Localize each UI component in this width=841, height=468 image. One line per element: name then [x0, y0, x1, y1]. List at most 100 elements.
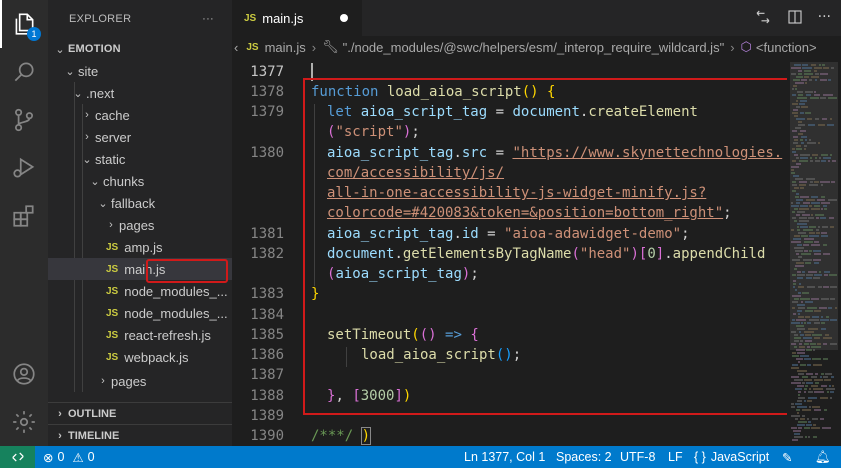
minimap-line: [797, 229, 800, 231]
tree-folder[interactable]: › cache: [48, 104, 232, 126]
minimap[interactable]: [787, 58, 841, 446]
minimap-line: [797, 400, 802, 402]
tree-folder[interactable]: ⌄ chunks: [48, 170, 232, 192]
tree-folder[interactable]: › pages: [48, 370, 232, 392]
minimap-line: [818, 226, 820, 228]
problems-indicator[interactable]: ⊗ 0 ⚠ 0: [43, 446, 95, 468]
tree-item-label: fallback: [111, 195, 156, 211]
cursor-position[interactable]: Ln 1377, Col 1: [464, 446, 545, 468]
eol-setting[interactable]: LF: [668, 446, 683, 468]
minimap-line: [792, 319, 795, 321]
minimap-line: [814, 322, 820, 324]
tree-folder[interactable]: ⌄ site: [48, 60, 232, 82]
minimap-line: [794, 154, 798, 156]
minimap-line: [792, 217, 796, 219]
tree-item-label: node_modules_...: [124, 283, 228, 299]
minimap-line: [801, 235, 808, 237]
minimap-line: [811, 196, 818, 198]
minimap-line: [801, 106, 808, 108]
js-file-icon: JS: [106, 351, 119, 363]
minimap-line: [824, 409, 827, 411]
tree-file[interactable]: JS node_modules_...: [48, 280, 232, 302]
minimap-line: [830, 118, 832, 120]
minimap-line: [804, 358, 811, 360]
chevron-right-icon: ›: [311, 39, 317, 55]
feedback-icon[interactable]: ✎: [782, 446, 792, 468]
minimap-line: [821, 373, 824, 375]
bell-icon[interactable]: 🔔︎: [815, 446, 831, 468]
minimap-line: [791, 73, 796, 75]
tree-file[interactable]: JS react-refresh.js: [48, 324, 232, 346]
minimap-line: [796, 202, 800, 204]
minimap-line: [815, 373, 818, 375]
minimap-line: [797, 97, 807, 99]
minimap-line: [795, 82, 804, 84]
tree-folder[interactable]: › pages: [48, 214, 232, 236]
outline-panel-header[interactable]: › OUTLINE: [48, 402, 232, 424]
minimap-line: [798, 286, 804, 288]
minimap-line: [807, 142, 816, 144]
tree-folder[interactable]: › server: [48, 126, 232, 148]
extensions-activity-button[interactable]: [0, 192, 48, 240]
minimap-line: [792, 103, 798, 105]
breadcrumb-symbol[interactable]: <function>: [756, 40, 817, 55]
minimap-line: [802, 292, 809, 294]
breadcrumb-module-path[interactable]: "./node_modules/@swc/helpers/esm/_intero…: [343, 40, 725, 55]
split-editor-icon[interactable]: [786, 8, 804, 26]
minimap-line: [814, 67, 822, 69]
minimap-line: [797, 424, 805, 426]
minimap-line: [814, 310, 821, 312]
minimap-line: [797, 328, 805, 330]
encoding-setting[interactable]: UTF-8: [620, 446, 655, 468]
minimap-line: [797, 211, 805, 213]
minimap-line: [828, 160, 830, 162]
tree-folder[interactable]: ⌄ static: [48, 148, 232, 170]
minimap-line: [804, 241, 813, 243]
tree-file[interactable]: JS webpack.js: [48, 346, 232, 368]
tree-file[interactable]: JS amp.js: [48, 236, 232, 258]
minimap-line: [804, 322, 806, 324]
minimap-line: [792, 211, 795, 213]
minimap-line: [797, 277, 803, 279]
minimap-line: [798, 232, 806, 234]
minimap-line: [813, 436, 817, 438]
tree-file[interactable]: JS node_modules_...: [48, 302, 232, 324]
language-mode[interactable]: { } JavaScript: [694, 446, 769, 468]
minimap-line: [804, 145, 807, 147]
tree-folder[interactable]: ⌄ fallback: [48, 192, 232, 214]
source-control-activity-button[interactable]: [0, 96, 48, 144]
workspace-root[interactable]: ⌄ EMOTION: [48, 38, 232, 60]
minimap-line: [821, 328, 826, 330]
minimap-line: [798, 361, 800, 363]
gear-icon: [13, 411, 35, 433]
more-actions-icon[interactable]: ···: [818, 9, 831, 25]
minimap-line: [791, 169, 794, 171]
explorer-activity-button[interactable]: 1: [0, 0, 48, 48]
minimap-line: [825, 373, 832, 375]
source-control-icon: [15, 108, 33, 132]
manage-activity-button[interactable]: [0, 398, 48, 446]
js-file-icon: JS: [106, 329, 119, 341]
minimap-line: [791, 382, 801, 384]
breadcrumb-file[interactable]: main.js: [265, 40, 306, 55]
indentation-setting[interactable]: Spaces: 2: [556, 446, 612, 468]
timeline-panel-header[interactable]: › TIMELINE: [48, 424, 232, 446]
search-activity-button[interactable]: [0, 48, 48, 96]
run-debug-activity-button[interactable]: [0, 144, 48, 192]
accounts-activity-button[interactable]: [0, 350, 48, 398]
more-actions-icon[interactable]: ···: [202, 13, 214, 25]
minimap-line: [806, 424, 812, 426]
unsaved-dot-icon[interactable]: [340, 14, 348, 22]
minimap-line: [804, 250, 808, 252]
remote-indicator[interactable]: [0, 446, 35, 468]
code-line: /***/ ): [311, 427, 372, 445]
minimap-line: [799, 160, 808, 162]
compare-changes-icon[interactable]: [754, 8, 772, 26]
explorer-sidebar: EXPLORER ··· ⌄ EMOTION ⌄ site ⌄ .next › …: [48, 0, 232, 446]
minimap-line: [817, 343, 821, 345]
tab-main-js[interactable]: JS main.js: [232, 0, 362, 36]
minimap-line: [802, 382, 805, 384]
minimap-line: [804, 427, 810, 429]
minimap-line: [793, 85, 797, 87]
tree-folder[interactable]: ⌄ .next: [48, 82, 232, 104]
